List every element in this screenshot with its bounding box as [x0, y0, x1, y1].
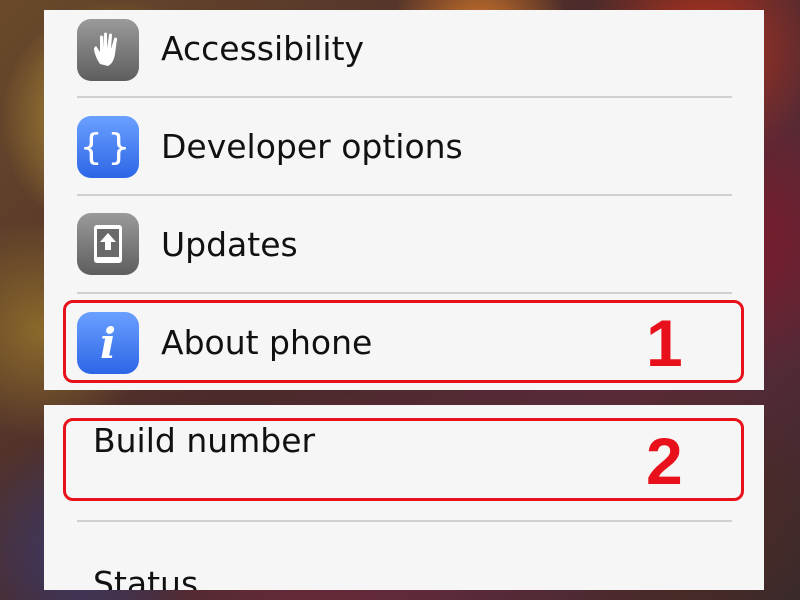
step-number-2: 2 [646, 424, 683, 498]
highlight-about-phone [63, 300, 744, 383]
settings-item-label: Accessibility [161, 29, 365, 68]
about-item-label: Status [93, 564, 199, 590]
about-item-status[interactable]: Status [44, 522, 764, 590]
settings-item-label: Developer options [161, 127, 463, 166]
highlight-build-number [63, 418, 744, 501]
step-number-1: 1 [646, 306, 683, 380]
update-icon [77, 213, 139, 275]
settings-item-updates[interactable]: Updates [44, 196, 764, 293]
settings-item-accessibility[interactable]: Accessibility [44, 0, 764, 97]
braces-icon: {} [77, 116, 139, 178]
settings-item-developer-options[interactable]: {} Developer options [44, 98, 764, 195]
hand-icon [77, 19, 139, 81]
settings-item-label: Updates [161, 225, 298, 264]
